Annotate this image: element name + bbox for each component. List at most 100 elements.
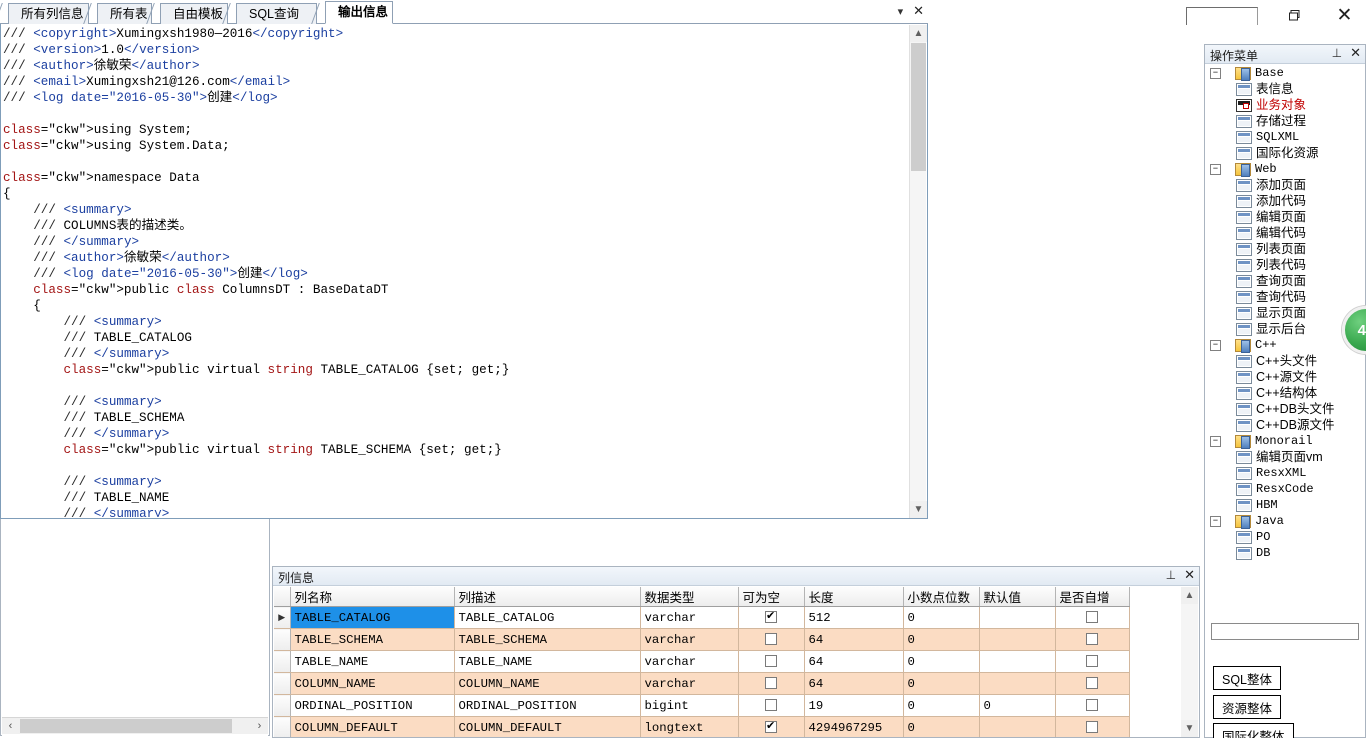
action-item[interactable]: ResxXML [1206,465,1365,481]
action-item[interactable]: SQLXML [1206,129,1365,145]
cell-data-type[interactable]: varchar [640,628,739,651]
tab-0[interactable]: 所有列信息 [8,3,89,24]
scroll-down-arrow[interactable]: ▼ [1181,720,1198,737]
action-item[interactable]: PO [1206,529,1365,545]
column-header-1[interactable]: 列描述 [454,587,641,607]
cell-column-name[interactable]: TABLE_CATALOG [290,606,455,629]
cell-nullable[interactable] [738,716,805,737]
action-item[interactable]: 查询代码 [1206,289,1365,305]
cell-column-desc[interactable]: ORDINAL_POSITION [454,694,641,717]
action-item[interactable]: 编辑页面vm [1206,449,1365,465]
action-input[interactable] [1211,623,1359,640]
column-header-6[interactable]: 默认值 [979,587,1056,607]
cell-nullable[interactable] [738,606,805,629]
action-item[interactable]: C++DB头文件 [1206,401,1365,417]
cell-nullable[interactable] [738,694,805,717]
column-header-7[interactable]: 是否自增 [1055,587,1130,607]
table-row[interactable]: TABLE_NAME TABLE_NAME varchar 64 0 [274,650,1130,673]
action-item[interactable]: 显示页面 [1206,305,1365,321]
column-header-5[interactable]: 小数点位数 [903,587,980,607]
collapse-icon[interactable]: − [1210,67,1221,79]
cell-column-name[interactable]: TABLE_NAME [290,650,455,673]
action-item[interactable]: HBM [1206,497,1365,513]
action-group-cpp[interactable]: − C++ [1206,337,1365,353]
nullable-checkbox[interactable] [765,719,777,734]
cell-identity[interactable] [1055,672,1130,695]
collapse-icon[interactable]: − [1210,435,1221,447]
row-selector-cell[interactable] [274,672,291,695]
pin-icon[interactable]: ⊥ [1332,46,1342,60]
column-header-3[interactable]: 可为空 [738,587,805,607]
identity-checkbox[interactable] [1086,721,1098,734]
cell-data-type[interactable]: varchar [640,672,739,695]
cell-column-name[interactable]: COLUMN_DEFAULT [290,716,455,737]
action-item[interactable]: C++源文件 [1206,369,1365,385]
i18n-overall-button[interactable]: 国际化整体 [1213,723,1294,738]
identity-checkbox[interactable] [1086,633,1098,646]
nullable-checkbox[interactable] [765,609,777,624]
table-row[interactable]: TABLE_SCHEMA TABLE_SCHEMA varchar 64 0 [274,628,1130,651]
chevron-down-icon[interactable]: ▾ [898,5,904,18]
cell-scale[interactable]: 0 [903,672,980,695]
sql-overall-button[interactable]: SQL整体 [1213,666,1282,690]
scroll-up-arrow[interactable]: ▲ [1181,587,1198,604]
cell-length[interactable]: 19 [804,694,904,717]
cell-data-type[interactable]: longtext [640,716,739,737]
cell-length[interactable]: 64 [804,650,904,673]
action-item[interactable]: 编辑代码 [1206,225,1365,241]
row-selector-cell[interactable] [274,716,291,737]
cell-default[interactable] [979,716,1056,737]
cell-data-type[interactable]: varchar [640,606,739,629]
close-icon[interactable]: ✕ [1184,568,1195,582]
row-selector-cell[interactable] [274,650,291,673]
scroll-up-arrow[interactable]: ▲ [910,25,927,42]
cell-identity[interactable] [1055,606,1130,629]
action-item[interactable]: DB [1206,545,1365,561]
cell-scale[interactable]: 0 [903,650,980,673]
tab-1[interactable]: 所有表 [97,3,152,24]
action-item[interactable]: C++头文件 [1206,353,1365,369]
collapse-icon[interactable]: − [1210,515,1221,527]
nullable-checkbox[interactable] [765,677,777,690]
grid-vertical-scrollbar[interactable]: ▲ ▼ [1181,587,1198,737]
identity-checkbox[interactable] [1086,611,1098,624]
cell-column-name[interactable]: TABLE_SCHEMA [290,628,455,651]
cell-default[interactable] [979,672,1056,695]
cell-scale[interactable]: 0 [903,716,980,737]
tab-3[interactable]: SQL查询 [236,3,317,24]
identity-checkbox[interactable] [1086,677,1098,690]
cell-column-desc[interactable]: TABLE_SCHEMA [454,628,641,651]
action-item[interactable]: 列表代码 [1206,257,1365,273]
cell-default[interactable] [979,628,1056,651]
action-group-web[interactable]: − Web [1206,161,1365,177]
scroll-down-arrow[interactable]: ▼ [910,501,927,518]
row-selector-cell[interactable] [274,628,291,651]
action-item[interactable]: 添加页面 [1206,177,1365,193]
action-item[interactable]: 编辑页面 [1206,209,1365,225]
table-row[interactable]: ▶TABLE_CATALOGTABLE_CATALOGvarchar5120 [274,606,1130,629]
column-header-0[interactable]: 列名称 [290,587,455,607]
column-header-4[interactable]: 长度 [804,587,904,607]
row-selector-cell[interactable]: ▶ [274,606,291,629]
pin-icon[interactable]: ⊥ [1166,568,1176,582]
action-item[interactable]: 表信息 [1206,81,1365,97]
cell-length[interactable]: 4294967295 [804,716,904,737]
cell-scale[interactable]: 0 [903,628,980,651]
cell-data-type[interactable]: bigint [640,694,739,717]
code-output-area[interactable]: /// <copyright>Xumingxsh1980—2016</copyr… [0,24,928,519]
collapse-icon[interactable]: − [1210,339,1221,351]
cell-scale[interactable]: 0 [903,606,980,629]
cell-length[interactable]: 64 [804,672,904,695]
close-icon[interactable]: ✕ [913,3,924,19]
action-menu-tree[interactable]: − Base 表信息 业务对象 存储过程 SQLXML 国际化资源 − Web 添加页面 添加代码编… [1206,65,1365,617]
action-item[interactable]: 存储过程 [1206,113,1365,129]
cell-identity[interactable] [1055,628,1130,651]
cell-default[interactable] [979,606,1056,629]
cell-identity[interactable] [1055,694,1130,717]
cell-length[interactable]: 64 [804,628,904,651]
action-item[interactable]: 添加代码 [1206,193,1365,209]
close-icon[interactable]: ✕ [1350,46,1361,60]
column-header-2[interactable]: 数据类型 [640,587,739,607]
action-item[interactable]: C++结构体 [1206,385,1365,401]
cell-scale[interactable]: 0 [903,694,980,717]
